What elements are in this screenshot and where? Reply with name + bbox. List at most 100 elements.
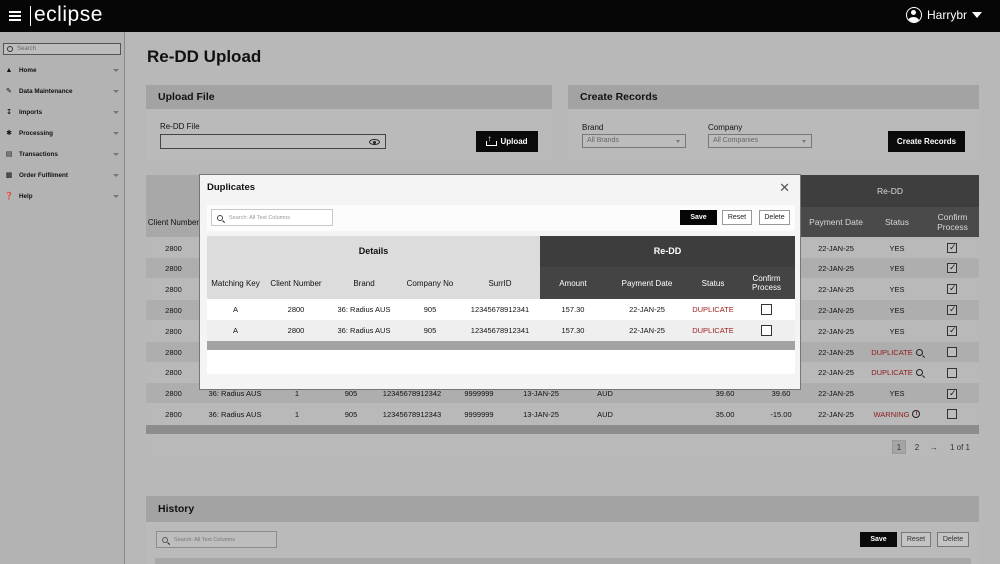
history-save-button[interactable]: Save (860, 532, 897, 547)
cell-brand: 36: Radius AUS (208, 409, 262, 419)
info-icon[interactable]: i (912, 410, 921, 418)
pencil-icon: ✎ (6, 88, 12, 95)
confirm-checkbox[interactable] (947, 304, 957, 315)
status-text: DUPLICATE (871, 367, 913, 377)
cell-surrid: 12345678912343 (382, 409, 442, 419)
chevron-down-icon (972, 12, 982, 18)
history-reset-button[interactable]: Reset (901, 532, 931, 547)
cell-amount: -15.00 (770, 409, 792, 419)
close-icon[interactable]: ✕ (779, 180, 790, 196)
table-horizontal-scrollbar[interactable] (146, 425, 979, 434)
cell-date: 22-JAN-25 (818, 347, 854, 357)
table-row: A 2800 36: Radius AUS 905 12345678912341… (207, 299, 795, 320)
cell-key: A (232, 326, 238, 335)
cell-status[interactable]: DUPLICATE (868, 342, 926, 362)
sidebar-item-label: Processing (19, 129, 53, 137)
history-search-input[interactable]: Search: All Text Columns (156, 531, 277, 548)
hamburger-menu-icon[interactable] (9, 11, 21, 21)
cell-client: 2800 (165, 305, 182, 315)
cell-status: YES (889, 263, 905, 273)
col-status: Status (688, 267, 738, 299)
confirm-checkbox[interactable] (947, 283, 957, 294)
modal-table-scrollbar[interactable] (207, 341, 795, 350)
cell-company: 905 (344, 409, 358, 419)
col-confirm-process: Confirm Process (738, 267, 795, 299)
cell-currency: AUD (597, 409, 613, 419)
sidebar-item-help[interactable]: ❓ Help (5, 189, 121, 203)
sidebar-search-placeholder: Search (17, 46, 37, 52)
cell-brand: 36: Radius AUS (337, 326, 391, 335)
cell-amount: 35.00 (715, 409, 735, 419)
sidebar-search-input[interactable]: Search (3, 43, 121, 55)
sidebar-item-processing[interactable]: ✱ Processing (5, 126, 121, 140)
confirm-checkbox[interactable] (761, 325, 772, 336)
top-bar: eclipse Harrybr (0, 0, 1000, 32)
upload-button[interactable]: Upload (476, 131, 538, 152)
sidebar-item-order-fulfilment[interactable]: ▩ Order Fulfilment (5, 168, 121, 182)
cell-date: 22-JAN-25 (818, 367, 854, 377)
home-icon: ▲ (5, 66, 13, 74)
status-text: DUPLICATE (871, 347, 913, 357)
confirm-checkbox[interactable] (947, 388, 957, 399)
modal-save-button[interactable]: Save (680, 210, 717, 225)
confirm-checkbox[interactable] (947, 242, 957, 253)
cell-date: 22-JAN-25 (818, 326, 854, 336)
cell-status[interactable]: WARNING i (868, 404, 926, 424)
sidebar-item-home[interactable]: ▲ Home (5, 63, 121, 77)
sidebar-item-label: Home (19, 66, 37, 74)
modal-search-input[interactable]: Search: All Text Columns (211, 209, 333, 226)
user-menu[interactable]: Harrybr (905, 7, 982, 23)
sidebar-item-data-maintenance[interactable]: ✎ Data Maintenance (5, 84, 121, 98)
history-delete-button[interactable]: Delete (937, 532, 969, 547)
status-text: WARNING (873, 409, 910, 419)
chevron-down-icon (113, 90, 119, 93)
cell-ref: 9999999 (464, 409, 494, 419)
sidebar-item-transactions[interactable]: ▤ Transactions (5, 147, 121, 161)
duplicates-modal: Duplicates ✕ Search: All Text Columns Sa… (199, 174, 801, 390)
page-1-button[interactable]: 1 (892, 440, 906, 454)
chevron-down-icon (802, 140, 806, 143)
user-name: Harrybr (926, 8, 967, 22)
sidebar-item-imports[interactable]: ↧ Imports (5, 105, 121, 119)
eye-icon[interactable] (369, 139, 380, 145)
company-select[interactable]: All Companies (708, 134, 812, 148)
re-dd-group-header: Re-DD (540, 236, 795, 267)
next-page-icon[interactable]: → (928, 440, 940, 454)
details-group-header: Details (207, 236, 540, 267)
cell-brand: 36: Radius AUS (337, 305, 391, 314)
cell-client: 2800 (165, 409, 182, 419)
create-records-button[interactable]: Create Records (888, 131, 965, 152)
history-search-placeholder: Search: All Text Columns (174, 536, 236, 543)
cell-date: 22-JAN-25 (818, 409, 854, 419)
confirm-checkbox[interactable] (947, 347, 957, 357)
search-icon[interactable] (915, 368, 923, 376)
brand-select[interactable]: All Brands (582, 134, 686, 148)
confirm-checkbox[interactable] (947, 262, 957, 273)
cell-created: 13-JAN-25 (523, 409, 559, 419)
history-table-header (155, 558, 971, 564)
chevron-down-icon (113, 153, 119, 156)
cell-status[interactable]: DUPLICATE (868, 362, 926, 382)
col-payment-date: Payment Date (606, 267, 688, 299)
confirm-checkbox[interactable] (947, 325, 957, 336)
col-surrid: SurrID (460, 267, 540, 299)
confirm-checkbox[interactable] (947, 409, 957, 419)
confirm-checkbox[interactable] (761, 304, 772, 315)
cell-client: 2800 (165, 347, 182, 357)
history-header: History (146, 496, 979, 522)
search-icon[interactable] (915, 348, 923, 356)
confirm-checkbox[interactable] (947, 368, 957, 378)
cell-client: 2800 (165, 326, 182, 336)
cell-amount: 157.30 (561, 305, 585, 314)
logo-divider (30, 6, 31, 26)
re-dd-file-input[interactable] (160, 134, 386, 149)
modal-delete-button[interactable]: Delete (759, 210, 790, 225)
page-2-button[interactable]: 2 (910, 440, 924, 454)
chevron-down-icon (113, 69, 119, 72)
sidebar-item-label: Transactions (19, 150, 58, 158)
cell-company: 905 (423, 305, 437, 314)
cell-status: YES (889, 284, 905, 294)
col-status: Status (868, 207, 926, 237)
modal-reset-button[interactable]: Reset (722, 210, 752, 225)
cell-client: 2800 (287, 326, 305, 335)
